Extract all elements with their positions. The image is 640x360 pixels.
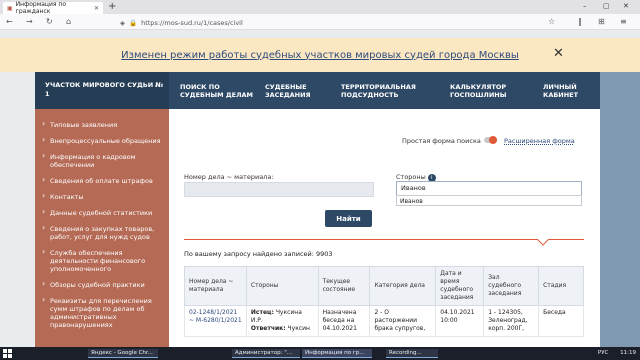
maximize-icon[interactable]: ▢ <box>603 2 610 10</box>
extensions-icon[interactable]: ⊞ <box>598 17 605 26</box>
address-url: https://mos-sud.ru/1/cases/civil <box>141 18 243 27</box>
plaintiff-label: Истец: <box>250 309 274 316</box>
sidebar-item-ombudsman[interactable]: Служба обеспечения деятельности финансов… <box>35 245 169 277</box>
results-count: По вашему запросу найдено записей: 9903 <box>184 250 333 258</box>
home-icon[interactable]: ⌂ <box>66 17 71 26</box>
new-tab-icon[interactable]: + <box>108 1 116 12</box>
simple-search-label: Простая форма поиска <box>402 137 481 145</box>
main-menu: УЧАСТОК МИРОВОГО СУДЬИ № 1 ⌄ ПОИСК ПО СУ… <box>35 72 600 109</box>
main-content: Простая форма поиска Расширенная форма Н… <box>169 109 600 354</box>
sidebar-item-staff[interactable]: Информация о кадровом обеспечении <box>35 149 169 173</box>
site-favicon-icon: ▣ <box>7 4 13 12</box>
close-icon[interactable]: ✕ <box>553 46 564 61</box>
column-header-number[interactable]: Номер дела ~ материала <box>184 266 247 306</box>
browser-tab-bar: ▣ Информация по гражданск ✕ + – ▢ ✕ <box>0 0 640 15</box>
menu-item-sessions[interactable]: СУДЕБНЫЕ ЗАСЕДАНИЯ <box>265 83 325 99</box>
column-header-stage[interactable]: Стадия <box>538 266 584 306</box>
cell-parties: Истец: Чуксина И.Р. Ответчик: Чуксин <box>245 305 319 337</box>
shield-icon: ◈ <box>120 18 125 27</box>
column-header-date[interactable]: Дата и время судебного заседания <box>435 266 485 306</box>
sidebar: Типовые заявления Внепроцессуальные обра… <box>35 109 169 354</box>
menu-item-cabinet[interactable]: ЛИЧНЫЙ КАБИНЕТ <box>543 83 593 99</box>
taskbar-item-admin[interactable]: Администратор: "... <box>232 349 300 358</box>
library-icon[interactable]: ‖ <box>578 17 582 26</box>
announcement-banner: Изменен режим работы судебных участков м… <box>0 38 640 72</box>
defendant-name: Чуксин <box>287 325 310 332</box>
cell-case-number[interactable]: 02-1248/1/2021 ~ М-6280/1/2021 <box>184 305 247 337</box>
results-table: Номер дела ~ материала Стороны Текущее с… <box>184 266 584 337</box>
court-selector-label: УЧАСТОК МИРОВОГО СУДЬИ № 1 <box>45 81 164 98</box>
cell-state: Назначена беседа на 04.10.2021 <box>317 305 371 337</box>
forward-icon[interactable]: → <box>26 17 33 26</box>
sidebar-item-fines[interactable]: Сведения об оплате штрафов <box>35 173 169 189</box>
back-icon[interactable]: ← <box>6 17 13 26</box>
menu-item-calculator[interactable]: КАЛЬКУЛЯТОР ГОСПОШЛИНЫ <box>450 83 530 99</box>
browser-tab-title: Информация по гражданск <box>15 1 66 15</box>
cell-stage: Беседа <box>538 305 584 337</box>
court-selector[interactable]: УЧАСТОК МИРОВОГО СУДЬИ № 1 ⌄ <box>35 72 169 109</box>
background-panel <box>600 72 640 354</box>
menu-item-search[interactable]: ПОИСК ПО СУДЕБНЫМ ДЕЛАМ <box>180 83 255 99</box>
taskbar-item-recording[interactable]: Recording... <box>386 349 438 358</box>
defendant-label: Ответчик: <box>250 325 286 332</box>
taskbar-item-yandex[interactable]: Яндекс - Google Chr... <box>88 349 158 358</box>
close-window-icon[interactable]: ✕ <box>623 2 629 10</box>
bookmark-star-icon[interactable]: ☆ <box>548 17 555 26</box>
close-tab-icon[interactable]: ✕ <box>94 5 99 12</box>
sidebar-item-statistics[interactable]: Данные судебной статистики <box>35 205 169 221</box>
column-header-state[interactable]: Текущее состояние <box>317 266 371 306</box>
advanced-search-link[interactable]: Расширенная форма <box>504 137 575 145</box>
table-row[interactable]: 02-1248/1/2021 ~ М-6280/1/2021 Истец: Чу… <box>184 305 584 337</box>
reload-icon[interactable]: ↻ <box>46 17 53 26</box>
cell-date: 04.10.2021 10:00 <box>435 305 485 337</box>
sidebar-item-requisites[interactable]: Реквизиты для перечисления сумм штрафов … <box>35 293 169 333</box>
sidebar-item-appeals[interactable]: Внепроцессуальные обращения <box>35 133 169 149</box>
clock[interactable]: 11:19 <box>620 350 636 356</box>
divider-notch <box>537 234 549 246</box>
sidebar-item-templates[interactable]: Типовые заявления <box>35 117 169 133</box>
system-tray: РУС 11:19 <box>598 350 636 356</box>
language-indicator[interactable]: РУС <box>598 350 609 356</box>
cell-hall: 1 - 124305, Зеленоград, корп. 200Г, <box>483 305 540 337</box>
taskbar-item-browser[interactable]: Информация по гр... <box>302 349 372 358</box>
parties-input[interactable]: Иванов <box>396 181 582 196</box>
divider <box>184 239 584 240</box>
windows-start-icon[interactable] <box>3 349 12 358</box>
case-number-input[interactable] <box>184 182 374 197</box>
browser-nav-bar: ← → ↻ ⌂ ◈ 🔒 https://mos-sud.ru/1/cases/c… <box>0 14 640 30</box>
column-header-hall[interactable]: Зал судебного заседания <box>483 266 540 306</box>
announcement-link[interactable]: Изменен режим работы судебных участков м… <box>121 50 519 61</box>
chevron-down-icon: ⌄ <box>153 81 159 89</box>
taskbar: Яндекс - Google Chr... Администратор: ".… <box>0 347 640 360</box>
lock-icon: 🔒 <box>129 18 138 27</box>
search-mode-toggle[interactable] <box>484 136 497 144</box>
case-number-label: Номер дела ~ материала: <box>184 173 274 181</box>
menu-icon[interactable]: ≡ <box>620 17 627 26</box>
sidebar-item-contacts[interactable]: Контакты <box>35 189 169 205</box>
minimize-icon[interactable]: – <box>583 2 587 10</box>
column-header-parties[interactable]: Стороны <box>245 266 319 306</box>
find-button[interactable]: Найти <box>325 210 372 227</box>
cell-category: 2 - О расторжении брака супругов, <box>369 305 437 337</box>
address-bar[interactable]: ◈ 🔒 https://mos-sud.ru/1/cases/civil <box>120 17 540 28</box>
autocomplete-suggestion[interactable]: Иванов <box>396 195 582 206</box>
sidebar-item-practice[interactable]: Обзоры судебной практики <box>35 277 169 293</box>
column-header-category[interactable]: Категория дела <box>369 266 437 306</box>
menu-item-jurisdiction[interactable]: ТЕРРИТОРИАЛЬНАЯ ПОДСУДНОСТЬ <box>341 83 426 99</box>
browser-tab[interactable]: ▣ Информация по гражданск ✕ <box>3 1 103 15</box>
sidebar-item-procurement[interactable]: Сведения о закупках товаров, работ, услу… <box>35 221 169 245</box>
table-header-row: Номер дела ~ материала Стороны Текущее с… <box>184 266 584 306</box>
